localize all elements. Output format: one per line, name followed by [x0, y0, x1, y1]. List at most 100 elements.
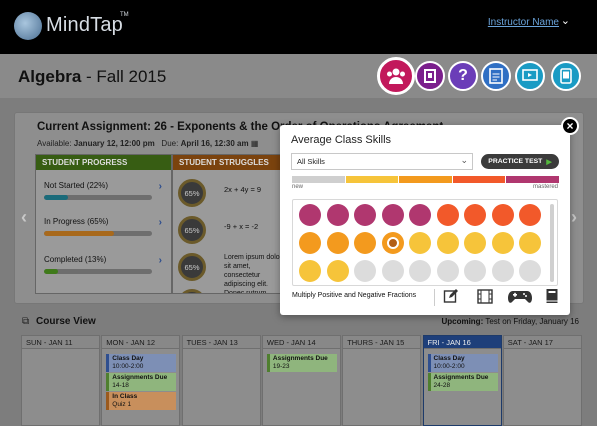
mindtap-app: MindTap TM Instructor Name ⌄ Algebra - F… — [0, 0, 597, 426]
skill-dot[interactable] — [491, 260, 514, 282]
notes-button[interactable] — [481, 61, 511, 91]
calendar-day-label: WED - JAN 14 — [262, 336, 340, 349]
calendar-icon[interactable]: ▦ — [251, 139, 259, 148]
event-title: Class Day — [112, 355, 144, 362]
progress-track — [44, 269, 152, 274]
available-label: Available: — [37, 139, 72, 148]
practice-test-button[interactable]: PRACTICE TEST ▶ — [481, 154, 559, 169]
skill-dot[interactable] — [491, 232, 514, 254]
student-struggles-panel: STUDENT STRUGGLES 65% 2x + 4y = 9 65% -9… — [172, 154, 282, 294]
legend-segment — [345, 176, 399, 183]
edit-icon[interactable] — [442, 288, 460, 304]
calendar-event[interactable]: Assignments Due 14-18 — [106, 373, 177, 391]
close-icon: × — [566, 119, 574, 133]
calendar-day[interactable]: SUN - JAN 11 — [21, 335, 100, 426]
calendar-event[interactable]: Class Day 10:00-2:00 — [427, 354, 498, 372]
mastery-legend-bar — [292, 176, 560, 183]
calendar-day-label: TUES - JAN 13 — [182, 336, 260, 349]
skill-dot[interactable] — [381, 260, 404, 282]
skill-dot[interactable] — [326, 204, 349, 226]
calendar-day[interactable]: SAT - JAN 17 — [502, 335, 582, 426]
film-icon[interactable] — [476, 288, 494, 304]
skills-select[interactable]: All Skills ⌄ — [291, 153, 473, 170]
skills-dot-grid — [292, 199, 558, 286]
reading-button[interactable] — [415, 61, 445, 91]
event-subtitle: Quiz 1 — [112, 401, 132, 408]
event-title: Assignments Due — [112, 374, 168, 381]
upcoming-text[interactable]: Test on Friday, January 16 — [485, 317, 579, 326]
skill-dot[interactable] — [436, 260, 459, 282]
close-modal-button[interactable]: × — [561, 117, 579, 135]
presentation-button[interactable] — [515, 61, 545, 91]
event-subtitle: 19-23 — [272, 363, 290, 370]
skill-dot[interactable] — [409, 260, 431, 282]
struggle-percent-ring: 65% — [178, 216, 206, 244]
gamepad-icon[interactable] — [508, 288, 532, 304]
skill-dot[interactable] — [464, 204, 486, 226]
skill-dot[interactable] — [354, 204, 376, 226]
scrollbar[interactable] — [550, 204, 554, 282]
skill-dot[interactable] — [436, 204, 459, 226]
skill-dot[interactable] — [519, 232, 541, 254]
progress-label: Completed (13%) — [44, 255, 107, 264]
student-struggles-header: STUDENT STRUGGLES — [173, 155, 281, 170]
skill-dot[interactable] — [381, 232, 404, 254]
skill-dot[interactable] — [326, 232, 349, 254]
calendar-event[interactable]: In Class Quiz 1 — [106, 392, 177, 410]
calendar-event[interactable]: Assignments Due 24-28 — [427, 373, 498, 391]
chevron-right-icon[interactable]: › — [159, 255, 162, 266]
mobile-button[interactable] — [551, 61, 581, 91]
skill-dot[interactable] — [354, 232, 376, 254]
due-date: April 16, 12:30 am — [180, 139, 249, 148]
skill-dot[interactable] — [299, 232, 321, 254]
book-icon — [424, 69, 436, 83]
class-skills-button[interactable] — [377, 57, 415, 95]
available-date: January 12, 12:00 pm — [73, 139, 155, 148]
struggle-percent-ring — [178, 289, 206, 293]
progress-fill — [44, 269, 59, 274]
book-icon[interactable] — [543, 288, 561, 304]
help-button[interactable]: ? — [448, 61, 478, 91]
carousel-next-arrow[interactable]: › — [571, 207, 577, 228]
course-calendar: SUN - JAN 11 MON - JAN 12 Class Day 10:00-2… — [21, 335, 583, 426]
calendar-day[interactable]: WED - JAN 14 Assignments Due 19-23 — [261, 335, 341, 426]
progress-fill — [44, 231, 115, 236]
calendar-event[interactable]: Assignments Due 19-23 — [266, 354, 337, 372]
skill-dot[interactable] — [464, 232, 486, 254]
chevron-right-icon[interactable]: › — [159, 217, 162, 228]
event-title: In Class — [112, 393, 138, 400]
skill-dot[interactable] — [519, 204, 541, 226]
assignment-dates: Available: January 12, 12:00 pm Due: Apr… — [37, 139, 258, 148]
progress-item-not-started[interactable]: Not Started (22%) › — [44, 181, 162, 200]
skill-dot[interactable] — [381, 204, 404, 226]
upcoming-label: Upcoming: — [441, 317, 484, 326]
event-subtitle: 24-28 — [433, 382, 451, 389]
skill-dot[interactable] — [299, 260, 321, 282]
skill-dot[interactable] — [436, 232, 459, 254]
instructor-menu[interactable]: Instructor Name — [488, 17, 559, 28]
calendar-day[interactable]: FRI - JAN 16 Class Day 10:00-2:00 Assignmen… — [422, 335, 502, 426]
progress-item-completed[interactable]: Completed (13%) › — [44, 255, 162, 274]
course-name: Algebra — [18, 67, 82, 86]
external-link-icon[interactable]: ⧉ — [22, 316, 29, 327]
calendar-day[interactable]: MON - JAN 12 Class Day 10:00-2:00 Assignmen… — [101, 335, 181, 426]
skill-dot[interactable] — [326, 260, 349, 282]
skill-dot[interactable] — [409, 232, 431, 254]
due-label: Due: — [161, 139, 179, 148]
skill-dot[interactable] — [464, 260, 486, 282]
skill-dot[interactable] — [299, 204, 321, 226]
progress-item-in-progress[interactable]: In Progress (65%) › — [44, 217, 162, 236]
calendar-day[interactable]: THURS - JAN 15 — [342, 335, 422, 426]
skill-dot[interactable] — [519, 260, 541, 282]
logo-trademark: TM — [120, 12, 129, 18]
chevron-down-icon[interactable]: ⌄ — [561, 14, 570, 27]
skill-dot[interactable] — [409, 204, 431, 226]
question-icon: ? — [458, 67, 468, 84]
skill-dot[interactable] — [354, 260, 376, 282]
calendar-day-label: FRI - JAN 16 — [423, 336, 501, 349]
carousel-prev-arrow[interactable]: ‹ — [21, 207, 27, 228]
skill-dot[interactable] — [491, 204, 514, 226]
chevron-right-icon[interactable]: › — [159, 181, 162, 192]
calendar-day[interactable]: TUES - JAN 13 — [181, 335, 261, 426]
calendar-event[interactable]: Class Day 10:00-2:00 — [106, 354, 177, 372]
